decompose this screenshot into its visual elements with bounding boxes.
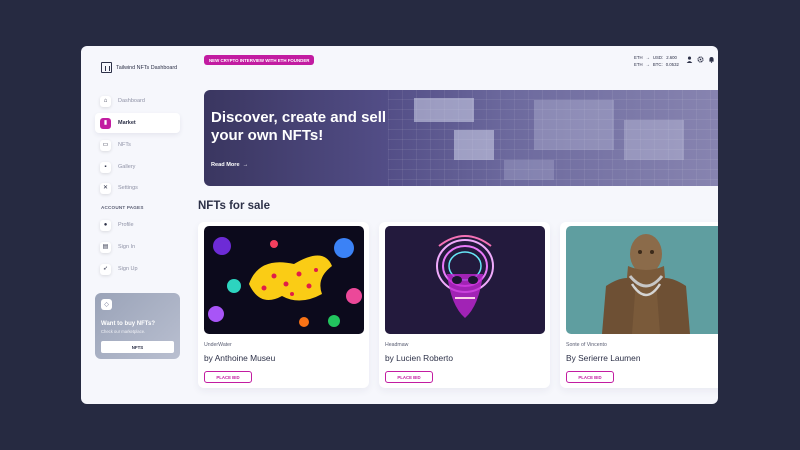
hero-banner: Discover, create and sell your own NFTs!… [204,90,718,186]
sidebar: Tailwind NFTs Dashboard ⌂ Dashboard ▮ Ma… [81,46,191,404]
announcement-badge[interactable]: NEW CRYPTO INTERVIEW WITH ETH FOUNDER [204,55,315,65]
nft-collection-name: Headmaw [385,342,409,348]
chart-icon: ▮ [100,117,111,129]
sidebar-item-label: Sign Up [118,266,138,272]
hero-decoration [504,160,554,180]
sidebar-item-label: Profile [118,222,134,228]
hero-decoration [534,100,614,150]
arrow-right-icon: → [645,55,650,60]
account-pages-heading: ACCOUNT PAGES [101,205,144,210]
nft-card: Sonte of Vincento By Serierre Laumen PLA… [560,222,718,388]
rate-value: 0.0532 [665,62,679,67]
rocket-icon: ➶ [100,263,111,275]
rate-row: ETH → USD: 2.600 [634,54,679,61]
place-bid-button[interactable]: PLACE BID [204,371,252,383]
arrow-right-icon: → [242,162,249,168]
home-icon: ⌂ [100,95,111,107]
sidebar-item-label: Sign In [118,244,136,250]
rate-value: 2.600 [666,55,677,60]
image-icon: ▪ [100,161,111,173]
read-more-link[interactable]: Read More → [211,162,248,168]
nft-card: Headmaw by Lucien Roberto PLACE BID [379,222,550,388]
brand-logo-icon [101,62,112,73]
sidebar-item-label: Settings [118,185,138,191]
section-title: NFTs for sale [198,200,270,212]
sidebar-item-dashboard[interactable]: ⌂ Dashboard [95,91,180,111]
nft-author: by Anthoine Museu [204,353,276,363]
place-bid-button[interactable]: PLACE BID [385,371,433,383]
brand[interactable]: Tailwind NFTs Dashboard [101,62,177,73]
sidebar-item-gallery[interactable]: ▪ Gallery [95,157,180,177]
promo-title: Want to buy NFTs? [101,321,155,327]
nft-collection-name: Sonte of Vincento [566,342,607,348]
sidebar-item-label: Dashboard [118,98,145,104]
brand-name: Tailwind NFTs Dashboard [116,64,178,71]
hero-decoration [454,130,494,160]
dashboard-window: Tailwind NFTs Dashboard ⌂ Dashboard ▮ Ma… [81,46,718,404]
arrow-right-icon: → [645,62,650,67]
rate-from: ETH [634,55,643,60]
hero-title: Discover, create and sell your own NFTs! [211,109,387,144]
rate-row: ETH → BTC: 0.0532 [634,61,679,68]
rate-to: USD: [652,55,664,60]
sidebar-item-profile[interactable]: ● Profile [95,215,180,235]
promo-card: ◇ Want to buy NFTs? Check our marketplac… [95,293,180,359]
sidebar-item-settings[interactable]: ✕ Settings [95,178,180,198]
sidebar-item-sign-up[interactable]: ➶ Sign Up [95,259,180,279]
rate-to: BTC: [652,62,663,67]
document-icon: ▤ [100,241,111,253]
place-bid-button[interactable]: PLACE BID [566,371,614,383]
sidebar-item-nfts[interactable]: ▭ NFTs [95,135,180,155]
nft-author: by Lucien Roberto [385,353,453,363]
diamond-icon: ◇ [101,299,112,310]
read-more-label: Read More [211,162,240,168]
nft-author: By Serierre Laumen [566,353,641,363]
exchange-rates: ETH → USD: 2.600 ETH → BTC: 0.0532 [634,54,679,68]
hero-decoration [414,98,474,122]
sidebar-item-label: Gallery [118,164,136,170]
promo-subtitle: Check our marketplace. [101,329,146,334]
nft-card: UnderWater by Anthoine Museu PLACE BID [198,222,369,388]
hero-decoration [624,120,684,160]
nft-collection-name: UnderWater [204,342,232,348]
sidebar-item-market[interactable]: ▮ Market [95,113,180,133]
nft-image[interactable] [204,226,364,334]
sidebar-item-label: Market [118,120,136,126]
nft-image[interactable] [385,226,545,334]
user-icon[interactable] [686,56,693,63]
wrench-icon: ✕ [100,182,111,194]
nft-image[interactable] [566,226,718,334]
bell-icon[interactable] [708,56,715,63]
sidebar-item-label: NFTs [118,142,131,148]
rate-from: ETH [634,62,643,67]
nfts-button[interactable]: NFTS [101,341,174,353]
card-icon: ▭ [100,139,111,151]
gear-icon[interactable] [697,56,704,63]
sidebar-item-sign-in[interactable]: ▤ Sign In [95,237,180,257]
user-icon: ● [100,219,111,231]
